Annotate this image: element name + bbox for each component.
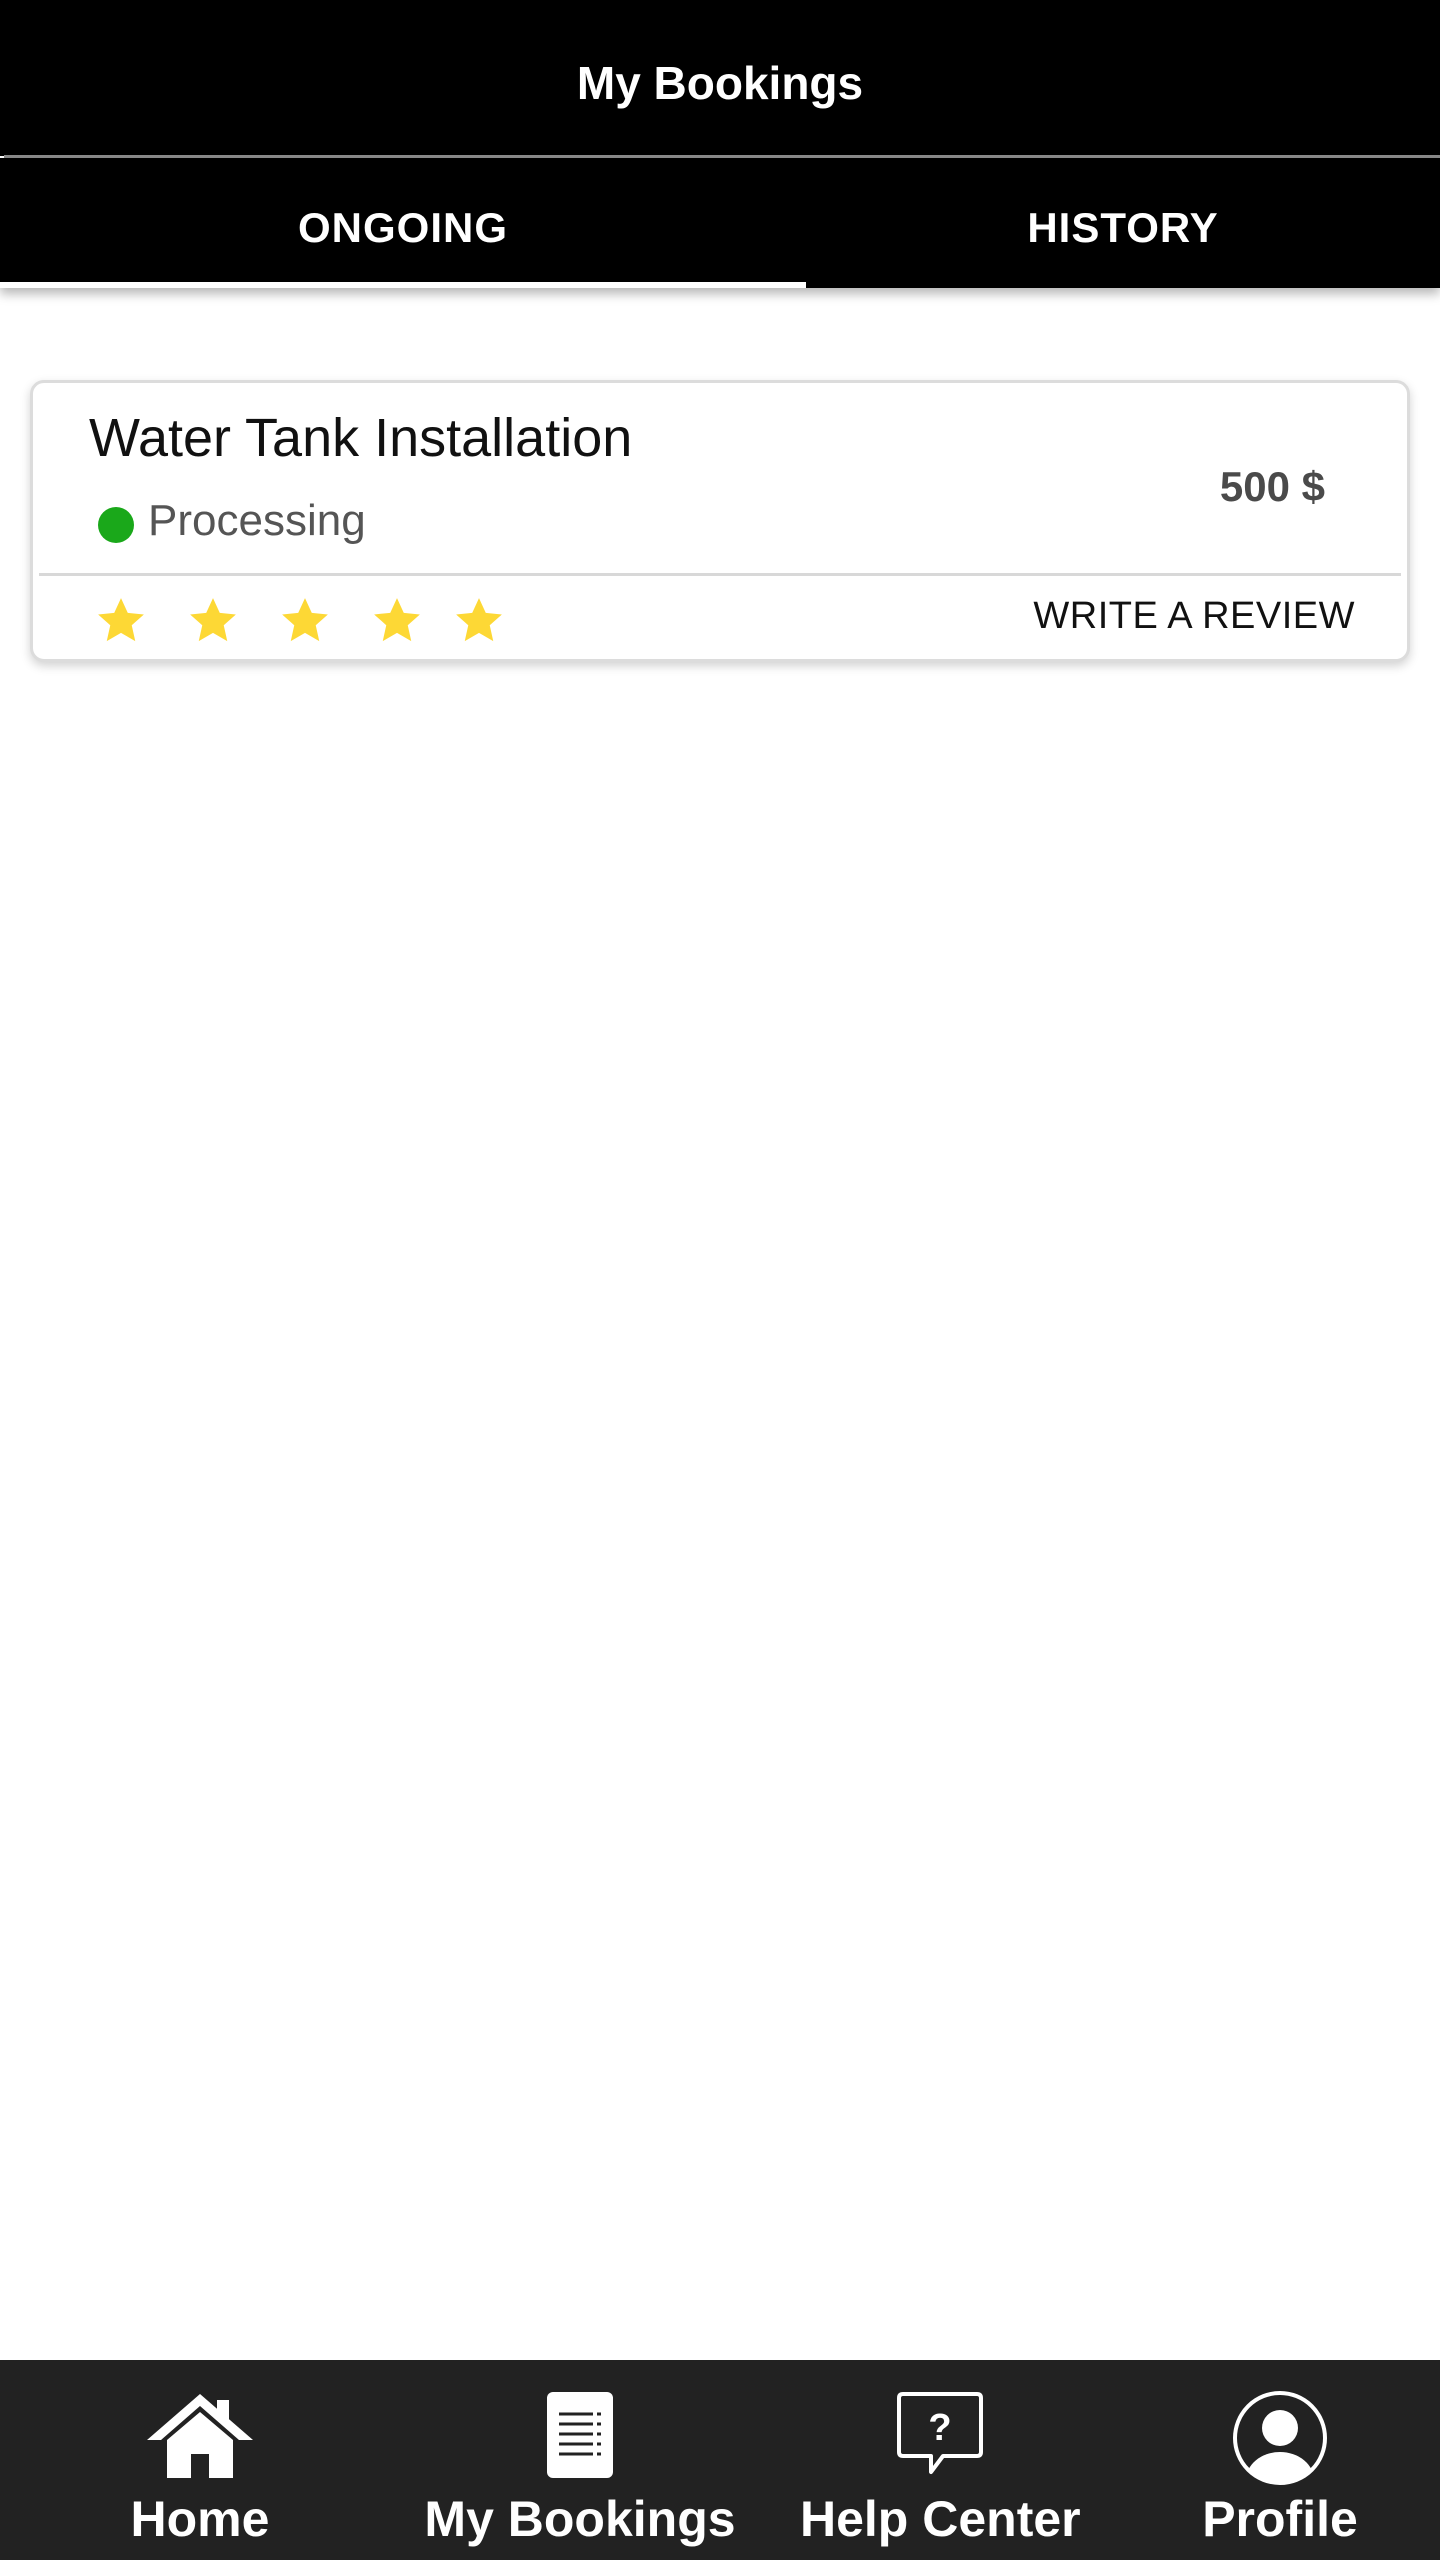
- nav-item-my-bookings[interactable]: My Bookings: [420, 2360, 740, 2560]
- home-icon: [145, 2390, 255, 2485]
- bottom-nav: Home My Bookings ? Help Center Profile: [0, 2360, 1440, 2560]
- star-icon[interactable]: [93, 593, 149, 649]
- svg-text:?: ?: [928, 2407, 951, 2449]
- active-tab-indicator: [0, 282, 806, 288]
- booking-status: Processing: [148, 496, 366, 545]
- help-chat-icon: ?: [897, 2390, 983, 2485]
- booking-title: Water Tank Installation: [89, 408, 633, 468]
- booking-price: 500 $: [1219, 463, 1325, 510]
- nav-label-my-bookings: My Bookings: [424, 2491, 736, 2547]
- page-title: My Bookings: [576, 57, 864, 109]
- star-icon[interactable]: [277, 593, 333, 649]
- write-review-button[interactable]: WRITE A REVIEW: [1033, 595, 1355, 638]
- tab-ongoing[interactable]: ONGOING: [0, 158, 806, 288]
- tab-bar: ONGOING HISTORY: [0, 158, 1440, 288]
- star-icon[interactable]: [451, 593, 507, 649]
- tab-history[interactable]: HISTORY: [806, 158, 1440, 288]
- status-indicator-dot: [98, 507, 134, 543]
- user-avatar-icon: [1232, 2390, 1328, 2491]
- app-bar: My Bookings: [0, 0, 1440, 158]
- star-icon[interactable]: [185, 593, 241, 649]
- nav-label-home: Home: [130, 2491, 270, 2547]
- nav-item-home[interactable]: Home: [80, 2360, 320, 2560]
- star-icon[interactable]: [369, 593, 425, 649]
- nav-item-profile[interactable]: Profile: [1160, 2360, 1400, 2560]
- document-icon: [545, 2390, 615, 2485]
- nav-item-help-center[interactable]: ? Help Center: [800, 2360, 1081, 2560]
- nav-label-help-center: Help Center: [800, 2491, 1081, 2547]
- card-divider: [39, 573, 1401, 576]
- nav-label-profile: Profile: [1202, 2491, 1358, 2547]
- booking-card[interactable]: Water Tank Installation Processing 500 $…: [30, 380, 1410, 662]
